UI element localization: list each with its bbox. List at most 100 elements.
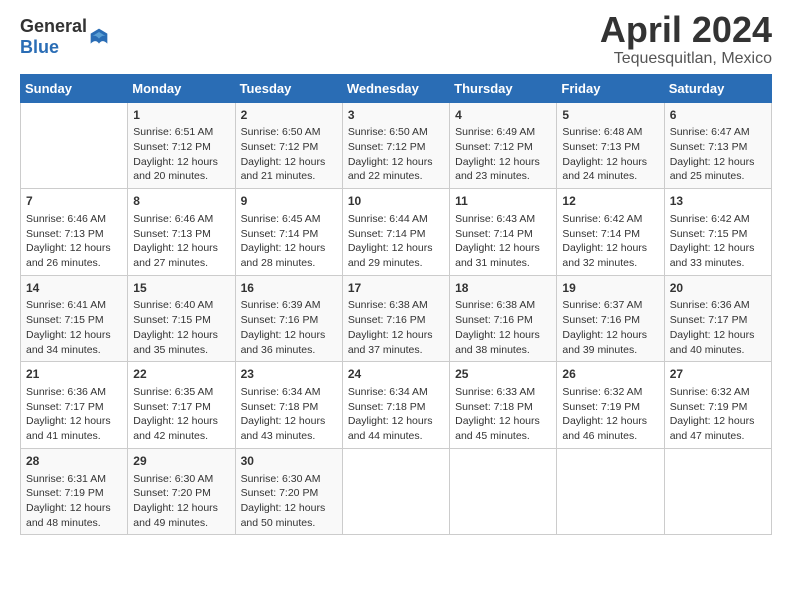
- day-info: Sunrise: 6:37 AM Sunset: 7:16 PM Dayligh…: [562, 298, 658, 357]
- calendar-cell: 13Sunrise: 6:42 AM Sunset: 7:15 PM Dayli…: [664, 189, 771, 276]
- col-header-saturday: Saturday: [664, 74, 771, 102]
- day-number: 21: [26, 366, 122, 383]
- calendar-cell: 25 Sunrise: 6:33 AM Sunset: 7:18 PM Dayli…: [450, 362, 557, 449]
- day-info: Sunrise: 6:51 AM Sunset: 7:12 PM Dayligh…: [133, 125, 229, 184]
- col-header-thursday: Thursday: [450, 74, 557, 102]
- day-number: 23: [241, 366, 337, 383]
- day-info: Sunrise: 6:46 AM Sunset: 7:13 PM Dayligh…: [133, 212, 229, 271]
- calendar-cell: 16Sunrise: 6:39 AM Sunset: 7:16 PM Dayli…: [235, 275, 342, 362]
- calendar-cell: 10Sunrise: 6:44 AM Sunset: 7:14 PM Dayli…: [342, 189, 449, 276]
- calendar-cell: 5Sunrise: 6:48 AM Sunset: 7:13 PM Daylig…: [557, 102, 664, 189]
- day-info: Sunrise: 6:45 AM Sunset: 7:14 PM Dayligh…: [241, 212, 337, 271]
- logo-general-text: General Blue: [20, 16, 87, 58]
- day-number: 2: [241, 107, 337, 124]
- calendar-cell: [450, 448, 557, 535]
- day-number: 24: [348, 366, 444, 383]
- day-info: Sunrise: 6:42 AM Sunset: 7:15 PM Dayligh…: [670, 212, 766, 271]
- col-header-tuesday: Tuesday: [235, 74, 342, 102]
- day-info: Sunrise: 6:41 AM Sunset: 7:15 PM Dayligh…: [26, 298, 122, 357]
- calendar-cell: [664, 448, 771, 535]
- day-info: Sunrise: 6:35 AM Sunset: 7:17 PM Dayligh…: [133, 385, 229, 444]
- calendar-cell: 24 Sunrise: 6:34 AM Sunset: 7:18 PM Dayli…: [342, 362, 449, 449]
- header: General Blue April 2024 Tequesquitlan, M…: [20, 10, 772, 68]
- day-info: Sunrise: 6:50 AM Sunset: 7:12 PM Dayligh…: [241, 125, 337, 184]
- day-info: Sunrise: 6:34 AM Sunset: 7:18 PM Dayligh…: [348, 385, 444, 444]
- day-info: Sunrise: 6:34 AM Sunset: 7:18 PM Dayligh…: [241, 385, 337, 444]
- day-number: 3: [348, 107, 444, 124]
- day-number: 28: [26, 453, 122, 470]
- day-number: 20: [670, 280, 766, 297]
- calendar-cell: 21 Sunrise: 6:36 AM Sunset: 7:17 PM Dayli…: [21, 362, 128, 449]
- day-number: 30: [241, 453, 337, 470]
- calendar-table: SundayMondayTuesdayWednesdayThursdayFrid…: [20, 74, 772, 536]
- calendar-cell: [557, 448, 664, 535]
- calendar-cell: 7 Sunrise: 6:46 AM Sunset: 7:13 PM Daylig…: [21, 189, 128, 276]
- calendar-week-2: 7 Sunrise: 6:46 AM Sunset: 7:13 PM Daylig…: [21, 189, 772, 276]
- col-header-friday: Friday: [557, 74, 664, 102]
- calendar-cell: 6Sunrise: 6:47 AM Sunset: 7:13 PM Daylig…: [664, 102, 771, 189]
- day-number: 26: [562, 366, 658, 383]
- day-number: 16: [241, 280, 337, 297]
- day-number: 12: [562, 193, 658, 210]
- calendar-cell: 28 Sunrise: 6:31 AM Sunset: 7:19 PM Dayli…: [21, 448, 128, 535]
- calendar-cell: [21, 102, 128, 189]
- calendar-cell: 9 Sunrise: 6:45 AM Sunset: 7:14 PM Daylig…: [235, 189, 342, 276]
- calendar-week-5: 28 Sunrise: 6:31 AM Sunset: 7:19 PM Dayli…: [21, 448, 772, 535]
- calendar-cell: 26Sunrise: 6:32 AM Sunset: 7:19 PM Dayli…: [557, 362, 664, 449]
- calendar-cell: [342, 448, 449, 535]
- logo: General Blue: [20, 10, 109, 58]
- calendar-cell: 29 Sunrise: 6:30 AM Sunset: 7:20 PM Dayli…: [128, 448, 235, 535]
- day-info: Sunrise: 6:47 AM Sunset: 7:13 PM Dayligh…: [670, 125, 766, 184]
- day-number: 4: [455, 107, 551, 124]
- day-number: 25: [455, 366, 551, 383]
- day-info: Sunrise: 6:42 AM Sunset: 7:14 PM Dayligh…: [562, 212, 658, 271]
- day-info: Sunrise: 6:36 AM Sunset: 7:17 PM Dayligh…: [26, 385, 122, 444]
- col-header-monday: Monday: [128, 74, 235, 102]
- day-number: 6: [670, 107, 766, 124]
- day-number: 9: [241, 193, 337, 210]
- calendar-cell: 3Sunrise: 6:50 AM Sunset: 7:12 PM Daylig…: [342, 102, 449, 189]
- day-info: Sunrise: 6:36 AM Sunset: 7:17 PM Dayligh…: [670, 298, 766, 357]
- logo-icon: [89, 27, 109, 47]
- calendar-cell: 30 Sunrise: 6:30 AM Sunset: 7:20 PM Dayli…: [235, 448, 342, 535]
- calendar-cell: 18Sunrise: 6:38 AM Sunset: 7:16 PM Dayli…: [450, 275, 557, 362]
- day-info: Sunrise: 6:39 AM Sunset: 7:16 PM Dayligh…: [241, 298, 337, 357]
- day-info: Sunrise: 6:38 AM Sunset: 7:16 PM Dayligh…: [455, 298, 551, 357]
- day-info: Sunrise: 6:38 AM Sunset: 7:16 PM Dayligh…: [348, 298, 444, 357]
- month-title: April 2024: [600, 10, 772, 50]
- calendar-week-4: 21 Sunrise: 6:36 AM Sunset: 7:17 PM Dayli…: [21, 362, 772, 449]
- calendar-cell: 15Sunrise: 6:40 AM Sunset: 7:15 PM Dayli…: [128, 275, 235, 362]
- day-info: Sunrise: 6:31 AM Sunset: 7:19 PM Dayligh…: [26, 472, 122, 531]
- col-header-wednesday: Wednesday: [342, 74, 449, 102]
- calendar-cell: 8 Sunrise: 6:46 AM Sunset: 7:13 PM Daylig…: [128, 189, 235, 276]
- calendar-header-row: SundayMondayTuesdayWednesdayThursdayFrid…: [21, 74, 772, 102]
- calendar-cell: 14Sunrise: 6:41 AM Sunset: 7:15 PM Dayli…: [21, 275, 128, 362]
- day-info: Sunrise: 6:30 AM Sunset: 7:20 PM Dayligh…: [133, 472, 229, 531]
- day-number: 5: [562, 107, 658, 124]
- day-number: 18: [455, 280, 551, 297]
- day-info: Sunrise: 6:33 AM Sunset: 7:18 PM Dayligh…: [455, 385, 551, 444]
- day-info: Sunrise: 6:49 AM Sunset: 7:12 PM Dayligh…: [455, 125, 551, 184]
- day-number: 10: [348, 193, 444, 210]
- calendar-cell: 20Sunrise: 6:36 AM Sunset: 7:17 PM Dayli…: [664, 275, 771, 362]
- day-number: 19: [562, 280, 658, 297]
- calendar-cell: 23 Sunrise: 6:34 AM Sunset: 7:18 PM Dayli…: [235, 362, 342, 449]
- day-number: 29: [133, 453, 229, 470]
- title-area: April 2024 Tequesquitlan, Mexico: [600, 10, 772, 68]
- day-info: Sunrise: 6:30 AM Sunset: 7:20 PM Dayligh…: [241, 472, 337, 531]
- day-number: 17: [348, 280, 444, 297]
- day-info: Sunrise: 6:50 AM Sunset: 7:12 PM Dayligh…: [348, 125, 444, 184]
- day-number: 8: [133, 193, 229, 210]
- calendar-cell: 2Sunrise: 6:50 AM Sunset: 7:12 PM Daylig…: [235, 102, 342, 189]
- day-info: Sunrise: 6:48 AM Sunset: 7:13 PM Dayligh…: [562, 125, 658, 184]
- day-number: 27: [670, 366, 766, 383]
- calendar-cell: 19Sunrise: 6:37 AM Sunset: 7:16 PM Dayli…: [557, 275, 664, 362]
- day-info: Sunrise: 6:46 AM Sunset: 7:13 PM Dayligh…: [26, 212, 122, 271]
- day-number: 11: [455, 193, 551, 210]
- day-number: 7: [26, 193, 122, 210]
- location-title: Tequesquitlan, Mexico: [600, 50, 772, 68]
- calendar-cell: 12 Sunrise: 6:42 AM Sunset: 7:14 PM Dayli…: [557, 189, 664, 276]
- calendar-week-3: 14Sunrise: 6:41 AM Sunset: 7:15 PM Dayli…: [21, 275, 772, 362]
- day-number: 22: [133, 366, 229, 383]
- calendar-cell: 1Sunrise: 6:51 AM Sunset: 7:12 PM Daylig…: [128, 102, 235, 189]
